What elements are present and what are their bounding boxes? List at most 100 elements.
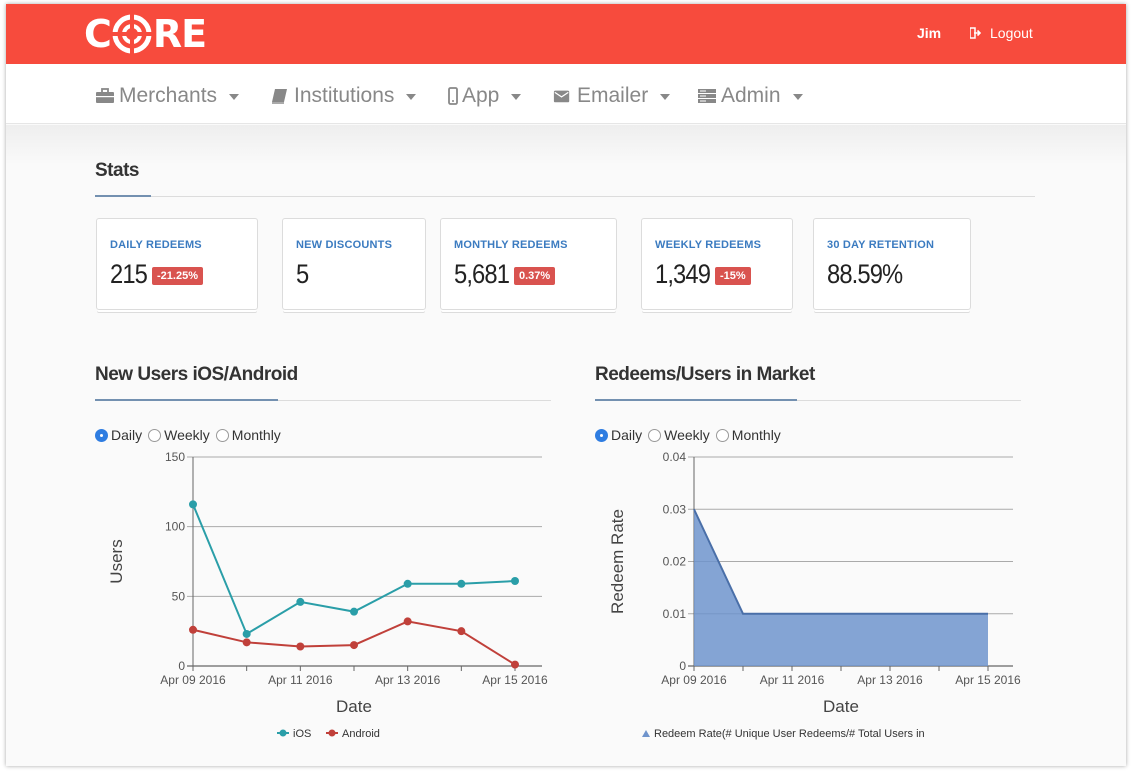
x-axis-title: Date bbox=[823, 697, 859, 716]
stats-divider-accent bbox=[95, 195, 151, 197]
users-chart-divider-accent bbox=[95, 399, 278, 401]
book-icon bbox=[270, 87, 290, 105]
x-tick-label: Apr 09 2016 bbox=[661, 673, 727, 687]
y-tick-label: 0.04 bbox=[663, 450, 687, 464]
radio-dot[interactable] bbox=[715, 428, 729, 442]
data-point-ios bbox=[350, 607, 358, 616]
users-line-chart: 0 50 100 150 Apr 09 2016 Apr 11 2016 Apr 13 20… bbox=[107, 450, 548, 740]
stat-value: 5 bbox=[296, 259, 309, 289]
user-name-link[interactable]: Jim bbox=[917, 25, 941, 41]
radio-dot[interactable] bbox=[215, 428, 229, 442]
stat-card-weekly-redeems: WEEKLY REDEEMS 1,349 -15% bbox=[641, 218, 793, 310]
x-tick-label: Apr 15 2016 bbox=[482, 673, 548, 687]
stat-label: MONTHLY REDEEMS bbox=[454, 239, 568, 251]
stat-value: 1,349 bbox=[655, 259, 711, 289]
radio-daily[interactable]: Daily bbox=[95, 427, 142, 443]
logo-letters-re: RE bbox=[152, 12, 207, 56]
core-logo[interactable]: C RE bbox=[84, 12, 207, 56]
stat-label: DAILY REDEEMS bbox=[110, 239, 202, 251]
redeems-chart-divider-accent bbox=[595, 399, 797, 401]
stat-card-monthly-redeems: MONTHLY REDEEMS 5,681 0.37% bbox=[440, 218, 617, 310]
stats-divider bbox=[95, 196, 1035, 197]
legend-label: Redeem Rate(# Unique User Redeems/# Tota… bbox=[654, 728, 925, 740]
y-tick-label: 0.02 bbox=[663, 555, 687, 569]
users-period-radio-group: Daily Weekly Monthly bbox=[95, 427, 287, 443]
nav-app[interactable]: App bbox=[448, 84, 522, 108]
stat-value: 88.59% bbox=[827, 259, 903, 289]
logout-label: Logout bbox=[990, 25, 1033, 41]
data-point-ios bbox=[242, 629, 251, 638]
radio-label: Monthly bbox=[231, 427, 281, 443]
legend-marker bbox=[642, 730, 650, 737]
radio-daily[interactable]: Daily bbox=[595, 427, 642, 443]
nav-merchants[interactable]: Merchants bbox=[95, 84, 240, 108]
nav-app-label: App bbox=[462, 84, 500, 107]
area-fill bbox=[694, 509, 988, 666]
x-tick-label: Apr 11 2016 bbox=[760, 673, 825, 687]
data-point-ios bbox=[403, 579, 412, 588]
stat-change-badge: -15% bbox=[715, 267, 751, 285]
data-point-android bbox=[242, 638, 251, 647]
data-point-android bbox=[457, 627, 466, 636]
y-tick-label: 0.03 bbox=[663, 502, 687, 516]
stat-card-daily-redeems: DAILY REDEEMS 215 -21.25% bbox=[96, 218, 258, 310]
data-point-android bbox=[296, 642, 305, 651]
radio-weekly[interactable]: Weekly bbox=[648, 427, 710, 443]
radio-dot[interactable] bbox=[148, 428, 162, 442]
data-point-ios bbox=[457, 579, 466, 588]
y-tick-label: 50 bbox=[172, 589, 186, 603]
caret-down-icon bbox=[792, 94, 803, 100]
radio-label: Monthly bbox=[731, 427, 781, 443]
legend-marker bbox=[279, 729, 287, 737]
nav-institutions[interactable]: Institutions bbox=[270, 84, 417, 108]
logo-wordmark: C RE bbox=[84, 12, 207, 56]
stat-change-badge: -21.25% bbox=[152, 267, 203, 285]
data-point-android bbox=[350, 641, 358, 650]
radio-monthly[interactable]: Monthly bbox=[215, 427, 281, 443]
server-icon bbox=[697, 87, 717, 105]
stat-label: NEW DISCOUNTS bbox=[296, 239, 393, 251]
stat-value: 5,681 bbox=[454, 259, 510, 289]
y-axis-title: Users bbox=[107, 539, 126, 583]
redeems-area-chart: 0 0.01 0.02 0.03 0.04 Apr 09 2016 Apr 11 2016 A… bbox=[608, 450, 1021, 740]
legend-label: Android bbox=[342, 728, 380, 740]
radio-label: Weekly bbox=[664, 427, 710, 443]
stat-change-badge: 0.37% bbox=[514, 267, 556, 285]
data-point-ios bbox=[189, 500, 197, 509]
y-tick-label: 150 bbox=[165, 450, 185, 464]
caret-down-icon bbox=[660, 94, 671, 100]
logo-letter-c: C bbox=[84, 12, 112, 56]
caret-down-icon bbox=[229, 94, 240, 100]
radio-weekly[interactable]: Weekly bbox=[148, 427, 210, 443]
legend-label: iOS bbox=[293, 728, 311, 740]
x-tick-label: Apr 13 2016 bbox=[857, 673, 923, 687]
caret-down-icon bbox=[406, 94, 417, 100]
x-axis-title: Date bbox=[336, 697, 372, 716]
radio-dot[interactable] bbox=[595, 428, 608, 442]
nav-admin[interactable]: Admin bbox=[697, 84, 803, 108]
nav-merchants-label: Merchants bbox=[119, 84, 218, 107]
nav-emailer[interactable]: Emailer bbox=[553, 84, 671, 108]
radio-dot[interactable] bbox=[648, 428, 662, 442]
x-tick-label: Apr 15 2016 bbox=[955, 673, 1021, 687]
y-tick-label: 0.01 bbox=[663, 607, 687, 621]
x-tick-label: Apr 11 2016 bbox=[268, 673, 333, 687]
sign-out-icon bbox=[970, 27, 982, 39]
redeems-period-radio-group: Daily Weekly Monthly bbox=[595, 427, 787, 443]
radio-dot[interactable] bbox=[95, 428, 108, 442]
data-point-android bbox=[403, 617, 412, 626]
data-point-android bbox=[511, 660, 519, 669]
x-tick-label: Apr 13 2016 bbox=[375, 673, 441, 687]
radio-label: Weekly bbox=[164, 427, 210, 443]
nav-institutions-label: Institutions bbox=[294, 84, 395, 107]
x-tick-label: Apr 09 2016 bbox=[160, 673, 226, 687]
stat-label: WEEKLY REDEEMS bbox=[655, 239, 762, 251]
radio-label: Daily bbox=[111, 427, 143, 443]
y-tick-label: 0 bbox=[178, 659, 185, 673]
logout-link[interactable]: Logout bbox=[970, 25, 1033, 41]
radio-monthly[interactable]: Monthly bbox=[715, 427, 781, 443]
y-tick-label: 0 bbox=[679, 659, 686, 673]
nav-emailer-label: Emailer bbox=[577, 84, 649, 107]
app-window: C RE Jim Logout Merchants Institutions A… bbox=[6, 4, 1126, 766]
top-bar: C RE Jim Logout bbox=[6, 4, 1126, 64]
